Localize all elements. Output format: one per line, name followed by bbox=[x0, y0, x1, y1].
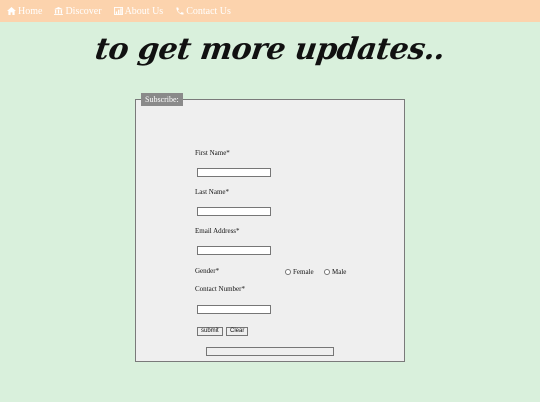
home-icon bbox=[7, 7, 16, 15]
subscribe-form bbox=[135, 99, 405, 362]
nav-about-label: About Us bbox=[124, 5, 164, 17]
nav-contact-label: Contact Us bbox=[186, 5, 231, 17]
bank-icon bbox=[54, 7, 64, 15]
subscribe-legend: Subscribe: bbox=[141, 93, 183, 106]
last-name-input[interactable] bbox=[197, 207, 271, 216]
response-bar bbox=[206, 347, 334, 356]
nav-discover-label: Discover bbox=[65, 5, 102, 17]
male-label: Male bbox=[332, 268, 347, 276]
nav-home-label: Home bbox=[18, 5, 43, 17]
gender-male-option[interactable]: Male bbox=[324, 268, 346, 276]
submit-button[interactable]: submit bbox=[197, 327, 223, 336]
nav-home[interactable]: Home bbox=[7, 6, 42, 17]
nav-about[interactable]: About Us bbox=[113, 5, 164, 17]
male-radio[interactable] bbox=[324, 269, 330, 275]
phone-icon bbox=[176, 7, 184, 15]
female-label: Female bbox=[293, 268, 314, 276]
email-label: Email Address* bbox=[195, 227, 240, 235]
clear-button[interactable]: Clear bbox=[226, 327, 249, 336]
female-radio[interactable] bbox=[285, 269, 291, 275]
contact-number-label: Contact Number* bbox=[195, 285, 245, 293]
page-headline: to get more updates.. bbox=[92, 32, 448, 67]
first-name-input[interactable] bbox=[197, 168, 271, 177]
contact-number-input[interactable] bbox=[197, 305, 271, 314]
chart-icon bbox=[113, 7, 123, 15]
gender-female-option[interactable]: Female bbox=[285, 268, 314, 276]
first-name-label: First Name* bbox=[195, 149, 230, 157]
top-navigation: Home Discover About Us Contact Us bbox=[0, 0, 540, 22]
nav-discover[interactable]: Discover bbox=[54, 5, 102, 17]
gender-label: Gender* bbox=[195, 267, 220, 275]
email-input[interactable] bbox=[197, 246, 271, 255]
nav-contact[interactable]: Contact Us bbox=[175, 6, 231, 17]
last-name-label: Last Name* bbox=[195, 188, 230, 196]
